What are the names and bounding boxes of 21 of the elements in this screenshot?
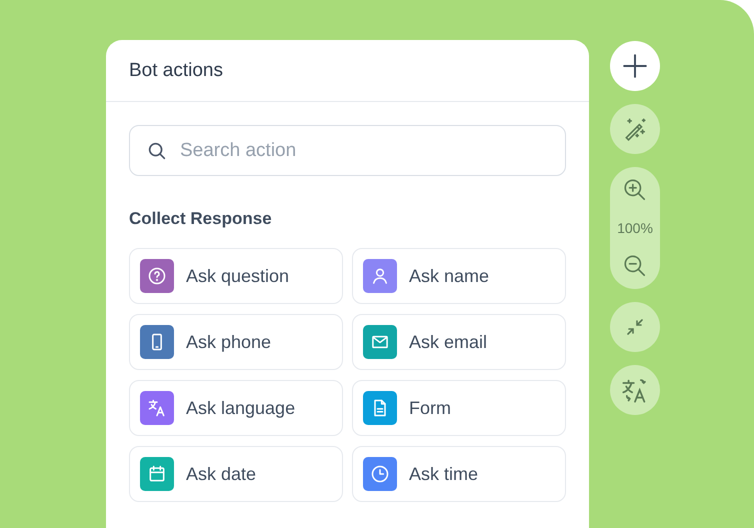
panel-title: Bot actions xyxy=(129,60,223,82)
action-tile[interactable]: Ask time xyxy=(352,446,566,502)
zoom-out-button[interactable] xyxy=(622,253,648,279)
plus-icon xyxy=(622,53,648,79)
action-tile[interactable]: Ask language xyxy=(129,380,343,436)
zoom-in-button[interactable] xyxy=(622,177,648,203)
magic-wand-button[interactable] xyxy=(610,104,660,154)
zoom-level: 100% xyxy=(617,220,653,236)
action-tile[interactable]: Ask email xyxy=(352,314,566,370)
action-tile[interactable]: Ask date xyxy=(129,446,343,502)
zoom-out-icon xyxy=(622,253,648,279)
zoom-in-icon xyxy=(622,177,648,203)
action-tile[interactable]: Form xyxy=(352,380,566,436)
section-title: Collect Response xyxy=(129,209,273,229)
action-tile[interactable]: Ask name xyxy=(352,248,566,304)
action-tile[interactable]: Ask question xyxy=(129,248,343,304)
translate-button[interactable] xyxy=(610,365,660,415)
translate-icon xyxy=(621,376,649,404)
add-button[interactable] xyxy=(610,41,660,91)
search-field[interactable]: Search action xyxy=(129,125,566,176)
action-tile[interactable]: Ask phone xyxy=(129,314,343,370)
